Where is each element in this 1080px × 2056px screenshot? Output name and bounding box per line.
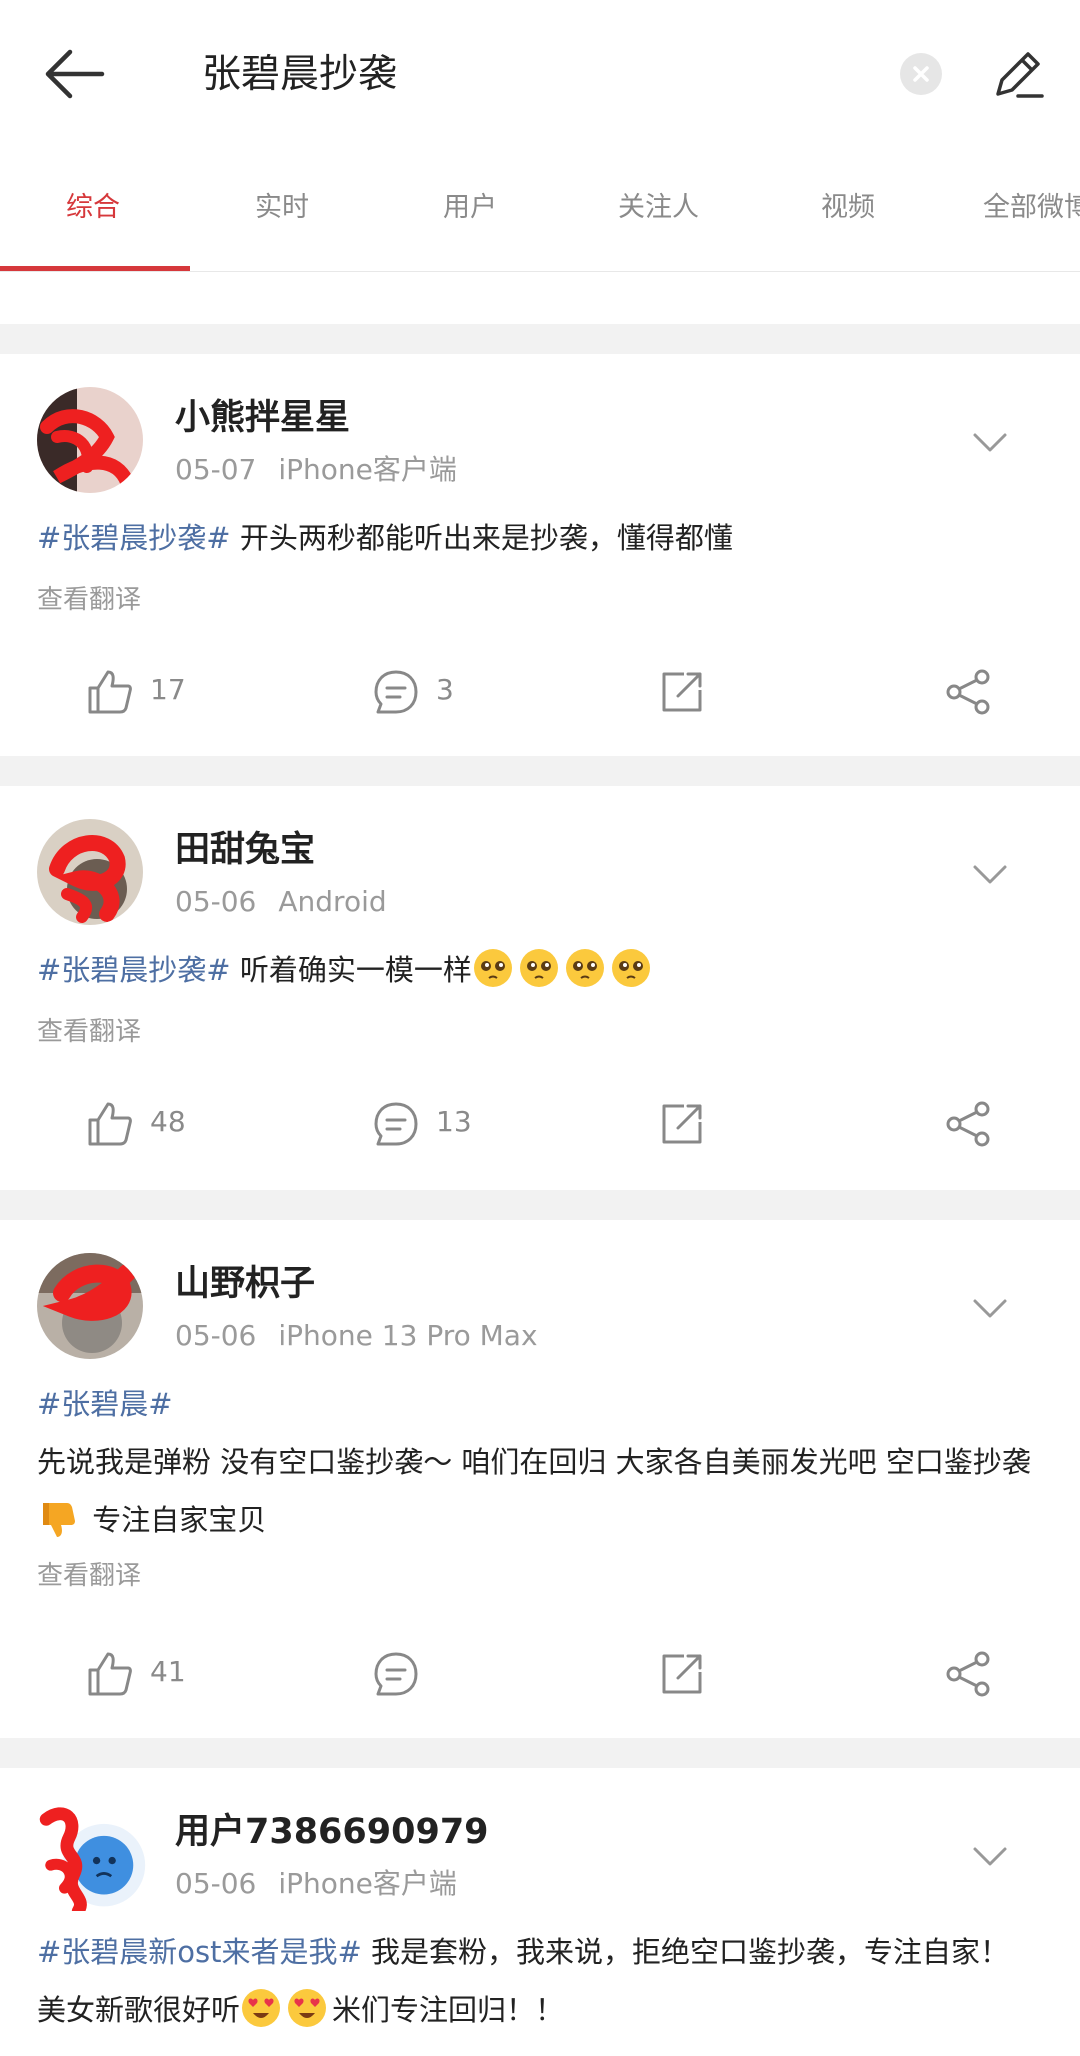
post-card[interactable]: 山野枳子 05-06 iPhone 13 Pro Max #张碧晨# 先说我是弹粉 … xyxy=(0,1220,1080,1738)
avatar[interactable] xyxy=(37,1801,146,1918)
post-meta: 05-06 Android xyxy=(175,884,387,920)
pleading-face-emoji-icon xyxy=(611,949,650,987)
comment-button[interactable] xyxy=(372,1638,522,1708)
like-button[interactable]: 48 xyxy=(86,1088,236,1158)
repost-icon xyxy=(662,1104,702,1144)
clear-search-icon[interactable] xyxy=(900,53,942,95)
tab-realtime[interactable]: 实时 xyxy=(255,188,309,228)
post-source: iPhone 13 Pro Max xyxy=(278,1319,538,1352)
search-query-text[interactable]: 张碧晨抄袭 xyxy=(202,50,397,100)
post-date: 05-06 xyxy=(175,1867,257,1900)
topic-link[interactable]: #张碧晨抄袭# xyxy=(37,953,231,987)
search-header: 张碧晨抄袭 xyxy=(0,0,1080,150)
thumbs-up-icon xyxy=(88,670,132,714)
comment-button[interactable]: 3 xyxy=(372,656,522,726)
pleading-face-emoji-icon xyxy=(473,949,512,987)
topic-link[interactable]: #张碧晨# xyxy=(37,1375,1047,1433)
post-card[interactable]: 小熊拌星星 05-07 iPhone客户端 #张碧晨抄袭# 开头两秒都能听出来是抄… xyxy=(0,354,1080,756)
post-text: 先说我是弹粉 没有空口鉴抄袭～ 咱们在回归 大家各自美丽发光吧 空口鉴抄袭 xyxy=(37,1445,1031,1479)
chevron-down-icon[interactable] xyxy=(972,864,1008,886)
thumbs-up-icon xyxy=(88,1102,132,1146)
username[interactable]: 山野枳子 xyxy=(175,1262,315,1306)
pleading-face-emoji-icon xyxy=(519,949,558,987)
topic-link[interactable]: #张碧晨抄袭# xyxy=(37,521,231,555)
chevron-down-icon[interactable] xyxy=(972,1298,1008,1320)
like-count: 48 xyxy=(150,1105,186,1138)
share-button[interactable] xyxy=(944,1638,1004,1708)
repost-icon xyxy=(662,672,702,712)
post-content: #张碧晨抄袭# 听着确实一模一样 xyxy=(37,941,1047,999)
avatar[interactable] xyxy=(37,1253,143,1359)
repost-button[interactable] xyxy=(658,1088,718,1158)
avatar[interactable] xyxy=(37,387,143,493)
thumbs-up-icon xyxy=(88,1652,132,1696)
username[interactable]: 用户7386690979 xyxy=(175,1810,489,1854)
comment-count: 13 xyxy=(436,1105,472,1138)
pencil-edit-icon[interactable] xyxy=(988,44,1048,104)
like-count: 41 xyxy=(150,1655,186,1688)
comment-icon xyxy=(374,1102,418,1146)
share-icon xyxy=(946,1651,990,1697)
heart-eyes-emoji-icon xyxy=(242,1989,281,2027)
chevron-down-icon[interactable] xyxy=(972,432,1008,454)
previous-post-remainder xyxy=(0,272,1080,324)
post-date: 05-07 xyxy=(175,453,257,486)
heart-eyes-emoji-icon xyxy=(288,1989,327,2027)
like-count: 17 xyxy=(150,673,186,706)
post-actions: 48 13 xyxy=(0,1088,1080,1158)
post-card[interactable]: 用户7386690979 05-06 iPhone客户端 #张碧晨新ost来者是我… xyxy=(0,1768,1080,2056)
topic-link[interactable]: #张碧晨新ost来者是我# xyxy=(37,1935,362,1969)
tab-all-weibo[interactable]: 全部微博 xyxy=(983,188,1080,228)
comment-button[interactable]: 13 xyxy=(372,1088,522,1158)
post-meta: 05-06 iPhone客户端 xyxy=(175,1866,457,1902)
chevron-down-icon[interactable] xyxy=(972,1846,1008,1868)
post-content: #张碧晨# 先说我是弹粉 没有空口鉴抄袭～ 咱们在回归 大家各自美丽发光吧 空口鉴… xyxy=(37,1375,1047,1549)
active-tab-indicator xyxy=(0,266,190,271)
post-meta: 05-06 iPhone 13 Pro Max xyxy=(175,1318,538,1354)
view-translation-link[interactable]: 查看翻译 xyxy=(37,1014,141,1050)
repost-button[interactable] xyxy=(658,656,718,726)
post-content: #张碧晨抄袭# 开头两秒都能听出来是抄袭，懂得都懂 xyxy=(37,509,1047,567)
post-text: 开头两秒都能听出来是抄袭，懂得都懂 xyxy=(230,521,733,555)
username[interactable]: 田甜兔宝 xyxy=(175,828,315,872)
tab-video[interactable]: 视频 xyxy=(821,188,875,228)
search-tabs: 综合 实时 用户 关注人 视频 全部微博 xyxy=(0,150,1080,272)
tab-comprehensive[interactable]: 综合 xyxy=(66,188,120,228)
back-arrow-icon[interactable] xyxy=(40,44,110,104)
repost-icon xyxy=(662,1654,702,1694)
post-source: iPhone客户端 xyxy=(278,453,457,486)
post-actions: 17 3 xyxy=(0,656,1080,726)
post-text: 听着确实一模一样 xyxy=(230,953,472,987)
post-text-tail: 米们专注回归！！ xyxy=(332,1993,565,2027)
comment-icon xyxy=(374,1652,418,1696)
username[interactable]: 小熊拌星星 xyxy=(175,396,350,440)
post-date: 05-06 xyxy=(175,885,257,918)
tab-users[interactable]: 用户 xyxy=(443,188,497,228)
view-translation-link[interactable]: 查看翻译 xyxy=(37,1558,141,1594)
share-icon xyxy=(946,1101,990,1147)
post-date: 05-06 xyxy=(175,1319,257,1352)
view-translation-link[interactable]: 查看翻译 xyxy=(37,582,141,618)
comment-icon xyxy=(374,670,418,714)
thumbs-down-emoji-icon xyxy=(43,1503,75,1537)
post-text-tail: 专注自家宝贝 xyxy=(83,1503,267,1537)
like-button[interactable]: 17 xyxy=(86,656,236,726)
repost-button[interactable] xyxy=(658,1638,718,1708)
comment-count: 3 xyxy=(436,673,454,706)
post-source: iPhone客户端 xyxy=(278,1867,457,1900)
post-source: Android xyxy=(278,885,387,918)
post-actions: 41 xyxy=(0,1638,1080,1708)
post-meta: 05-07 iPhone客户端 xyxy=(175,452,457,488)
post-content: #张碧晨新ost来者是我# 我是套粉，我来说，拒绝空口鉴抄袭，专注自家！ 美女新… xyxy=(37,1923,1047,2039)
share-button[interactable] xyxy=(944,1088,1004,1158)
share-icon xyxy=(946,669,990,715)
post-card[interactable]: 田甜兔宝 05-06 Android #张碧晨抄袭# 听着确实一模一样 查看翻译 … xyxy=(0,786,1080,1190)
tab-following[interactable]: 关注人 xyxy=(618,188,699,228)
avatar[interactable] xyxy=(37,819,143,925)
like-button[interactable]: 41 xyxy=(86,1638,236,1708)
share-button[interactable] xyxy=(944,656,1004,726)
pleading-face-emoji-icon xyxy=(565,949,604,987)
